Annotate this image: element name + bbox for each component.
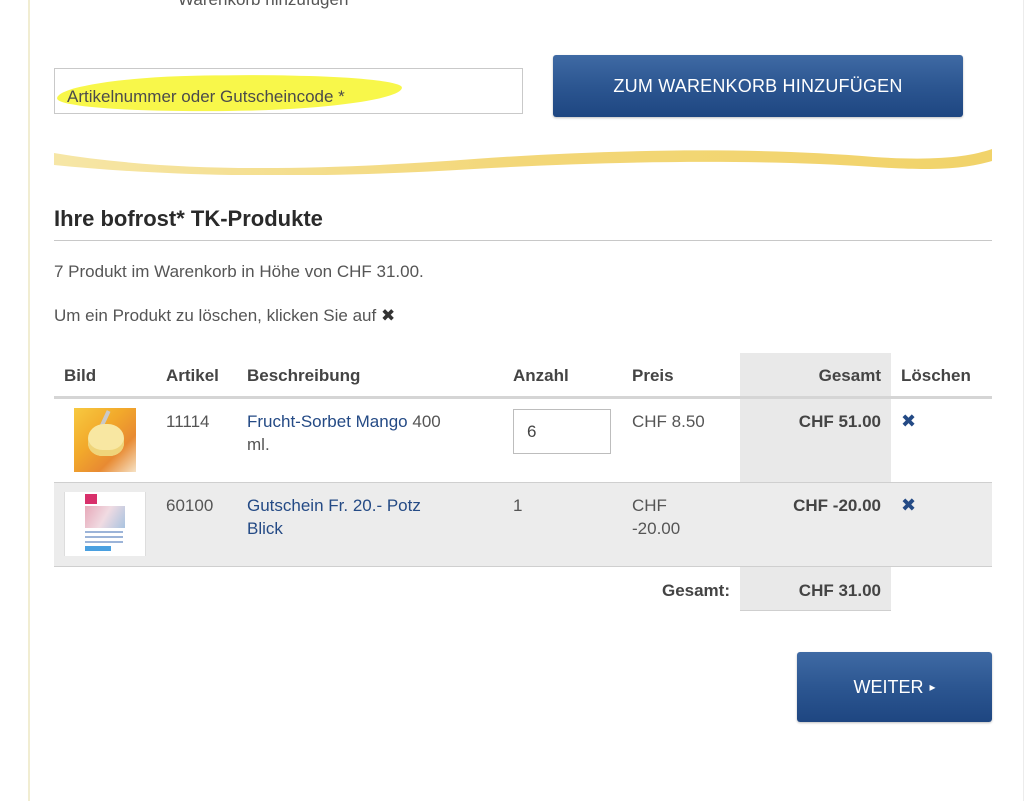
voucher-line-shape bbox=[85, 541, 123, 543]
voucher-blue-shape bbox=[85, 546, 111, 551]
voucher-line-shape bbox=[85, 536, 123, 538]
row1-beschreibung: Frucht-Sorbet Mango 400 ml. bbox=[247, 410, 487, 456]
header-preis: Preis bbox=[632, 366, 674, 385]
row2-artikel: 60100 bbox=[166, 496, 214, 515]
row1-size: 400 bbox=[412, 412, 441, 431]
header-beschreibung: Beschreibung bbox=[247, 366, 361, 385]
section-title: Ihre bofrost* TK-Produkte bbox=[54, 206, 323, 231]
row2-preis-value: -20.00 bbox=[632, 519, 681, 538]
row1-product-link[interactable]: Frucht-Sorbet Mango bbox=[247, 412, 408, 431]
weiter-label: WEITER bbox=[853, 677, 924, 697]
row1-delete-icon[interactable]: ✖ bbox=[901, 411, 916, 432]
row2-anzahl: 1 bbox=[513, 496, 523, 515]
left-border bbox=[28, 0, 30, 801]
row1-size-unit: ml. bbox=[247, 435, 270, 454]
row1-artikel: 11114 bbox=[166, 412, 210, 431]
title-divider bbox=[54, 240, 992, 241]
voucher-picture-shape bbox=[85, 506, 125, 528]
row2-product-link-line2[interactable]: Blick bbox=[247, 519, 283, 538]
table-header-rule bbox=[54, 396, 992, 399]
total-underline bbox=[740, 610, 891, 611]
row2-gesamt: CHF -20.00 bbox=[793, 496, 881, 515]
row1-quantity-input[interactable] bbox=[513, 409, 611, 454]
row-divider bbox=[54, 482, 992, 483]
weiter-button[interactable]: WEITER ▸ bbox=[797, 652, 992, 722]
top-cut-text: Warenkorb hinzufügen bbox=[178, 0, 348, 10]
mango-sorbet-image[interactable] bbox=[74, 408, 136, 472]
header-anzahl: Anzahl bbox=[513, 366, 569, 385]
cup-shape bbox=[88, 424, 124, 456]
header-loeschen: Löschen bbox=[901, 366, 971, 385]
header-gesamt: Gesamt bbox=[818, 366, 881, 385]
article-or-voucher-code-input[interactable] bbox=[55, 69, 522, 113]
header-bild: Bild bbox=[64, 366, 97, 385]
row-divider bbox=[54, 566, 992, 567]
voucher-badge-shape bbox=[85, 494, 97, 504]
row2-beschreibung: Gutschein Fr. 20.- Potz Blick bbox=[247, 494, 487, 540]
total-label: Gesamt: bbox=[661, 581, 730, 600]
code-input-container bbox=[54, 68, 523, 115]
voucher-image[interactable] bbox=[64, 492, 146, 556]
cart-summary-text: 7 Produkt im Warenkorb in Höhe von CHF 3… bbox=[54, 262, 424, 281]
delete-hint-text: Um ein Produkt zu löschen, klicken Sie a… bbox=[54, 306, 377, 325]
header-artikel: Artikel bbox=[166, 366, 219, 385]
delete-hint: Um ein Produkt zu löschen, klicken Sie a… bbox=[54, 306, 395, 326]
decorative-wave bbox=[54, 149, 992, 175]
voucher-line-shape bbox=[85, 531, 123, 533]
row1-preis: CHF 8.50 bbox=[632, 412, 705, 431]
row1-gesamt: CHF 51.00 bbox=[798, 412, 881, 431]
row2-preis-currency: CHF bbox=[632, 496, 667, 515]
delete-icon: ✖ bbox=[380, 306, 396, 325]
row2-preis: CHF -20.00 bbox=[632, 494, 680, 540]
total-value: CHF 31.00 bbox=[798, 581, 881, 600]
row2-product-link[interactable]: Gutschein Fr. 20.- Potz bbox=[247, 496, 421, 515]
add-to-cart-button[interactable]: ZUM WARENKORB HINZUFÜGEN bbox=[553, 55, 963, 117]
arrow-right-icon: ▸ bbox=[929, 680, 936, 694]
row2-delete-icon[interactable]: ✖ bbox=[901, 495, 916, 516]
